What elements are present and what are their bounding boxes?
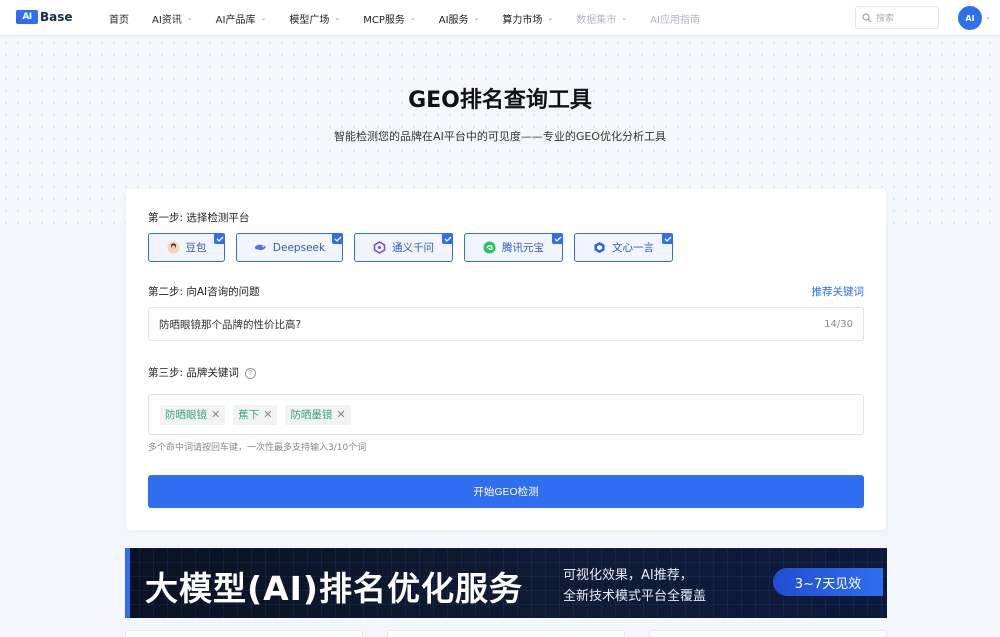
banner-title: 大模型(AI)排名优化服务 xyxy=(145,569,523,608)
nav-item-label: 数据集市 xyxy=(576,14,617,26)
question-input[interactable]: 防晒眼镜那个品牌的性价比高? 14/30 xyxy=(148,307,864,341)
step1-label: 第一步: 选择检测平台 xyxy=(148,212,250,224)
keyword-hint: 多个命中词请按回车键，一次性最多支持输入3/10个词 xyxy=(148,443,367,453)
nav-item-2[interactable]: AI产品库 ⌄ xyxy=(216,11,267,26)
nav-item-label: AI服务 xyxy=(438,14,469,26)
search-placeholder: 搜索 xyxy=(876,14,895,24)
search-box[interactable]: 搜索 xyxy=(855,6,939,29)
doubao-icon xyxy=(167,241,180,254)
logo-mark: AI xyxy=(16,10,38,24)
nav-item-7[interactable]: 数据集市 ⌄ xyxy=(576,11,627,26)
platform-option-0[interactable]: 豆包 xyxy=(148,233,225,262)
nav-item-label: 首页 xyxy=(109,14,129,26)
keyword-tag-label: 防晒眼镜 xyxy=(165,409,207,421)
step2-label: 第二步: 向AI咨询的问题 xyxy=(148,286,260,298)
main-menu: 首页 AI资讯 ⌄ AI产品库 ⌄ 模型广场 ⌄ MCP服务 ⌄ AI服务 ⌄ 算力市场 ⌄ 数据集市 ⌄ A… xyxy=(109,0,723,36)
chevron-down-icon: ⌄ xyxy=(186,14,193,22)
content-card xyxy=(125,630,363,637)
platform-label: 腾讯元宝 xyxy=(502,242,544,254)
platform-option-4[interactable]: 文心一言 xyxy=(574,233,673,262)
keyword-input[interactable]: 防晒眼镜 ✕ 蕉下 ✕ 防晒墨镜 ✕ xyxy=(148,394,864,435)
platform-label: 通义千问 xyxy=(392,242,434,254)
keyword-tag-label: 防晒墨镜 xyxy=(290,409,333,421)
chevron-down-icon: ⌄ xyxy=(621,14,628,22)
platform-label: Deepseek xyxy=(272,241,326,254)
keyword-tag: 防晒墨镜 ✕ xyxy=(285,404,351,425)
chevron-down-icon[interactable]: ⌄ xyxy=(985,13,991,21)
nav-item-1[interactable]: AI资讯 ⌄ xyxy=(152,11,193,26)
platform-option-1[interactable]: Deepseek xyxy=(236,233,343,262)
banner-subtitle-line1: 可视化效果，AI推荐， xyxy=(563,568,693,583)
platform-option-2[interactable]: 通义千问 xyxy=(354,233,453,262)
close-icon[interactable]: ✕ xyxy=(263,408,272,421)
checkmark-icon xyxy=(214,233,225,244)
close-icon[interactable]: ✕ xyxy=(211,408,220,421)
help-icon[interactable]: ? xyxy=(244,367,256,379)
question-char-count: 14/30 xyxy=(824,318,853,330)
nav-item-0[interactable]: 首页 xyxy=(109,11,129,26)
chevron-down-icon: ⌄ xyxy=(409,14,416,22)
nav-item-6[interactable]: 算力市场 ⌄ xyxy=(502,11,553,26)
chevron-down-icon: ⌄ xyxy=(334,14,341,22)
checkmark-icon xyxy=(332,233,343,244)
platform-option-3[interactable]: 腾讯元宝 xyxy=(464,233,563,262)
nav-item-label: AI资讯 xyxy=(152,14,182,26)
logo[interactable]: AI Base xyxy=(16,10,73,24)
search-icon xyxy=(862,12,872,22)
banner-badge: 3~7天见效 xyxy=(773,568,883,596)
wenxin-icon xyxy=(593,241,606,254)
step3-label: 第三步: 品牌关键词 xyxy=(148,367,239,379)
keyword-tag: 蕉下 ✕ xyxy=(233,404,278,425)
nav-item-label: MCP服务 xyxy=(363,14,405,26)
content-card xyxy=(387,630,625,637)
close-icon[interactable]: ✕ xyxy=(336,408,345,421)
keyword-tag-label: 蕉下 xyxy=(238,409,260,421)
step3-row: 第三步: 品牌关键词? xyxy=(148,365,256,380)
tongyi-icon xyxy=(373,241,386,254)
nav-item-label: 算力市场 xyxy=(502,14,543,26)
nav-item-5[interactable]: AI服务 ⌄ xyxy=(439,11,480,26)
page-title: GEO排名查询工具 xyxy=(408,88,592,113)
question-value: 防晒眼镜那个品牌的性价比高? xyxy=(159,318,302,331)
nav-item-4[interactable]: MCP服务 ⌄ xyxy=(363,11,416,26)
top-nav: AI Base 首页 AI资讯 ⌄ AI产品库 ⌄ 模型广场 ⌄ MCP服务 ⌄ AI服务 ⌄ 算力市… xyxy=(0,0,1000,36)
banner-subtitle-line2: 全新技术模式平台全覆盖 xyxy=(563,589,707,604)
checkmark-icon xyxy=(552,233,563,244)
checkmark-icon xyxy=(662,233,673,244)
checkmark-icon xyxy=(442,233,453,244)
chevron-down-icon: ⌄ xyxy=(547,14,554,22)
platform-label: 豆包 xyxy=(185,242,207,254)
nav-item-label: 模型广场 xyxy=(289,14,330,26)
geo-form-card: 第一步: 选择检测平台 豆包 Deepseek 通义千问 腾讯元宝 文心一言 第二步: … xyxy=(126,189,886,530)
promo-banner[interactable]: 大模型(AI)排名优化服务 可视化效果，AI推荐， 全新技术模式平台全覆盖 3~… xyxy=(125,548,887,618)
start-geo-detect-button[interactable]: 开始GEO检测 xyxy=(148,475,864,508)
keyword-tag: 防晒眼镜 ✕ xyxy=(160,404,226,425)
yuanbao-icon xyxy=(483,241,496,254)
platform-list: 豆包 Deepseek 通义千问 腾讯元宝 文心一言 xyxy=(148,233,684,262)
nav-item-label: AI产品库 xyxy=(215,14,256,26)
nav-item-label: AI应用指南 xyxy=(650,14,700,26)
nav-item-8[interactable]: AI应用指南 xyxy=(650,11,700,26)
content-card xyxy=(649,630,887,637)
deepseek-icon xyxy=(254,241,267,254)
recommend-keywords-link[interactable]: 推荐关键词 xyxy=(812,284,865,299)
chevron-down-icon: ⌄ xyxy=(473,14,480,22)
platform-label: 文心一言 xyxy=(612,242,654,254)
nav-item-3[interactable]: 模型广场 ⌄ xyxy=(289,11,340,26)
page-subtitle: 智能检测您的品牌在AI平台中的可见度——专业的GEO优化分析工具 xyxy=(334,130,666,143)
chevron-down-icon: ⌄ xyxy=(260,14,267,22)
logo-text: Base xyxy=(40,10,73,24)
avatar[interactable]: AI xyxy=(958,6,982,30)
